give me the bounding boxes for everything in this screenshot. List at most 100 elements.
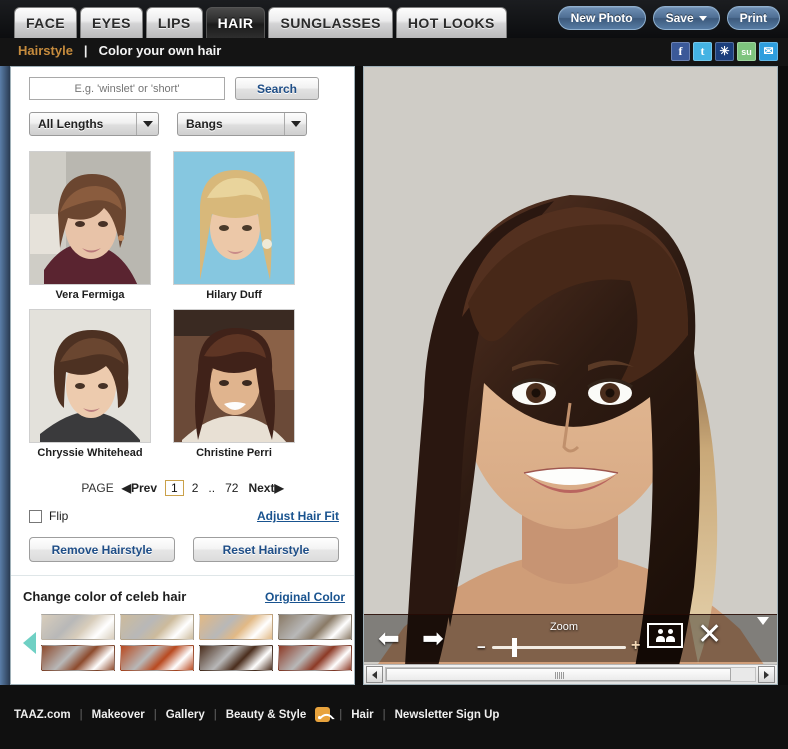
pagination-page-72[interactable]: 72 [223, 481, 240, 495]
footer-link-taaz[interactable]: TAAZ.com [14, 709, 71, 721]
swatch-mahogany[interactable] [278, 645, 352, 671]
scroll-left-button[interactable] [366, 666, 383, 683]
hair-color-section: Change color of celeb hair Original Colo… [11, 575, 354, 684]
footer-link-newsletter[interactable]: Newsletter Sign Up [395, 709, 500, 721]
print-button[interactable]: Print [726, 6, 780, 30]
breadcrumb: Hairstyle | Color your own hair [18, 43, 221, 58]
tab-sunglasses[interactable]: SUNGLASSES [268, 7, 393, 38]
faces-icon[interactable] [647, 623, 683, 648]
sub-header-bar: Hairstyle | Color your own hair f t ✳ su… [0, 38, 788, 66]
length-filter-value: All Lengths [38, 117, 104, 131]
stumbleupon-icon[interactable]: su [737, 42, 756, 61]
chevron-down-icon[interactable] [757, 617, 769, 625]
hairstyle-thumbnail-grid: Vera Fermiga Hilary Duff Chryssie Whiteh… [29, 151, 339, 467]
workspace: Search All Lengths Bangs [10, 66, 778, 685]
thumbnail-image [173, 151, 295, 285]
swatch-copper-red[interactable] [120, 645, 194, 671]
swatch-dark-brown[interactable] [199, 645, 273, 671]
tab-eyes[interactable]: EYES [79, 7, 143, 38]
tab-hot-looks[interactable]: HOT LOOKS [395, 7, 507, 38]
adjust-hair-fit-link[interactable]: Adjust Hair Fit [257, 509, 339, 523]
save-button[interactable]: Save [652, 6, 720, 30]
remove-hairstyle-button[interactable]: Remove Hairstyle [29, 537, 175, 562]
flip-label: Flip [49, 509, 69, 523]
hairstyle-thumb-chryssie-whitehead[interactable]: Chryssie Whitehead [29, 309, 151, 459]
swatch-ash-blonde[interactable] [120, 614, 194, 640]
scrollbar-thumb[interactable] [386, 668, 731, 681]
footer-link-gallery[interactable]: Gallery [166, 709, 205, 721]
length-filter-select[interactable]: All Lengths [29, 112, 159, 136]
scrollbar-track[interactable] [385, 667, 756, 682]
bangs-filter-select[interactable]: Bangs [177, 112, 307, 136]
scrollbar-grip-icon [555, 672, 564, 679]
pagination-prev[interactable]: ◀Prev [120, 481, 159, 495]
carousel-prev-arrow-icon[interactable] [23, 631, 36, 654]
swatch-carousel [23, 614, 352, 671]
myspace-icon[interactable]: ✳ [715, 42, 734, 61]
footer-link-hair[interactable]: Hair [351, 709, 373, 721]
pagination-ellipsis: .. [208, 481, 216, 495]
person-glyph [665, 629, 675, 642]
hairstyle-thumb-vera-fermiga[interactable]: Vera Fermiga [29, 151, 151, 301]
portrait-illustration [30, 310, 150, 442]
flip-checkbox[interactable] [29, 509, 42, 523]
new-photo-button[interactable]: New Photo [557, 6, 646, 30]
footer-separator: | [339, 708, 343, 721]
search-input[interactable] [29, 77, 225, 100]
chevron-down-icon [698, 15, 707, 21]
tab-hair[interactable]: HAIR [205, 7, 266, 38]
breadcrumb-hairstyle[interactable]: Hairstyle [18, 43, 73, 58]
original-color-link[interactable]: Original Color [265, 590, 345, 604]
breadcrumb-current: Color your own hair [98, 43, 222, 58]
swatch-golden-blonde[interactable] [199, 614, 273, 640]
site-footer: TAAZ.com | Makeover | Gallery | Beauty &… [0, 685, 788, 749]
pagination-page-1[interactable]: 1 [165, 480, 184, 496]
close-icon[interactable]: ✕ [697, 619, 722, 651]
thumbnail-caption: Christine Perri [196, 447, 272, 459]
thumbnail-row: Chryssie Whitehead Christine Perri [29, 309, 339, 459]
footer-link-beauty-style[interactable]: Beauty & Style [226, 709, 307, 721]
portrait-illustration [30, 152, 150, 284]
hairstyle-thumb-hilary-duff[interactable]: Hilary Duff [173, 151, 295, 301]
new-photo-label: New Photo [570, 11, 633, 25]
scroll-right-button[interactable] [758, 666, 775, 683]
hair-color-header: Change color of celeb hair Original Colo… [23, 589, 345, 604]
thumbnail-caption: Hilary Duff [206, 289, 262, 301]
portrait-illustration [174, 152, 294, 284]
tab-face[interactable]: FACE [14, 7, 77, 38]
portrait-illustration [174, 310, 294, 442]
makeover-photo[interactable] [364, 67, 777, 684]
footer-link-makeover[interactable]: Makeover [92, 709, 145, 721]
pagination-page-2[interactable]: 2 [190, 481, 201, 495]
swatch-auburn-brown[interactable] [41, 645, 115, 671]
tab-lips[interactable]: LIPS [145, 7, 203, 38]
horizontal-scrollbar[interactable] [364, 664, 777, 684]
hairstyle-thumb-christine-perri[interactable]: Christine Perri [173, 309, 295, 459]
pagination-next[interactable]: Next▶ [246, 481, 285, 495]
search-button[interactable]: Search [235, 77, 319, 100]
twitter-icon[interactable]: t [693, 42, 712, 61]
zoom-slider-handle[interactable] [512, 638, 517, 657]
email-icon[interactable]: ✉ [759, 42, 778, 61]
bangs-filter-value: Bangs [186, 117, 223, 131]
previous-arrow-icon[interactable]: ⬅ [378, 625, 400, 651]
hair-color-title: Change color of celeb hair [23, 589, 187, 604]
footer-separator: | [153, 708, 157, 721]
person-glyph [655, 629, 665, 642]
zoom-out-icon[interactable]: − [477, 639, 486, 656]
zoom-in-icon[interactable]: + [631, 637, 640, 655]
next-arrow-icon[interactable]: ➡ [422, 625, 444, 651]
footer-separator: | [79, 708, 83, 721]
flip-row: Flip Adjust Hair Fit [29, 509, 339, 523]
swatch-platinum-blonde[interactable] [41, 614, 115, 640]
pagination: PAGE ◀Prev 1 2 .. 72 Next▶ [11, 480, 354, 496]
facebook-icon[interactable]: f [671, 42, 690, 61]
chevron-down-icon [136, 113, 158, 135]
swatch-grid [41, 614, 352, 671]
filter-row: All Lengths Bangs [29, 112, 307, 136]
model-portrait-illustration [364, 67, 777, 684]
flip-control[interactable]: Flip [29, 509, 68, 523]
reset-hairstyle-button[interactable]: Reset Hairstyle [193, 537, 339, 562]
rss-icon[interactable] [315, 707, 331, 722]
swatch-dark-ash[interactable] [278, 614, 352, 640]
